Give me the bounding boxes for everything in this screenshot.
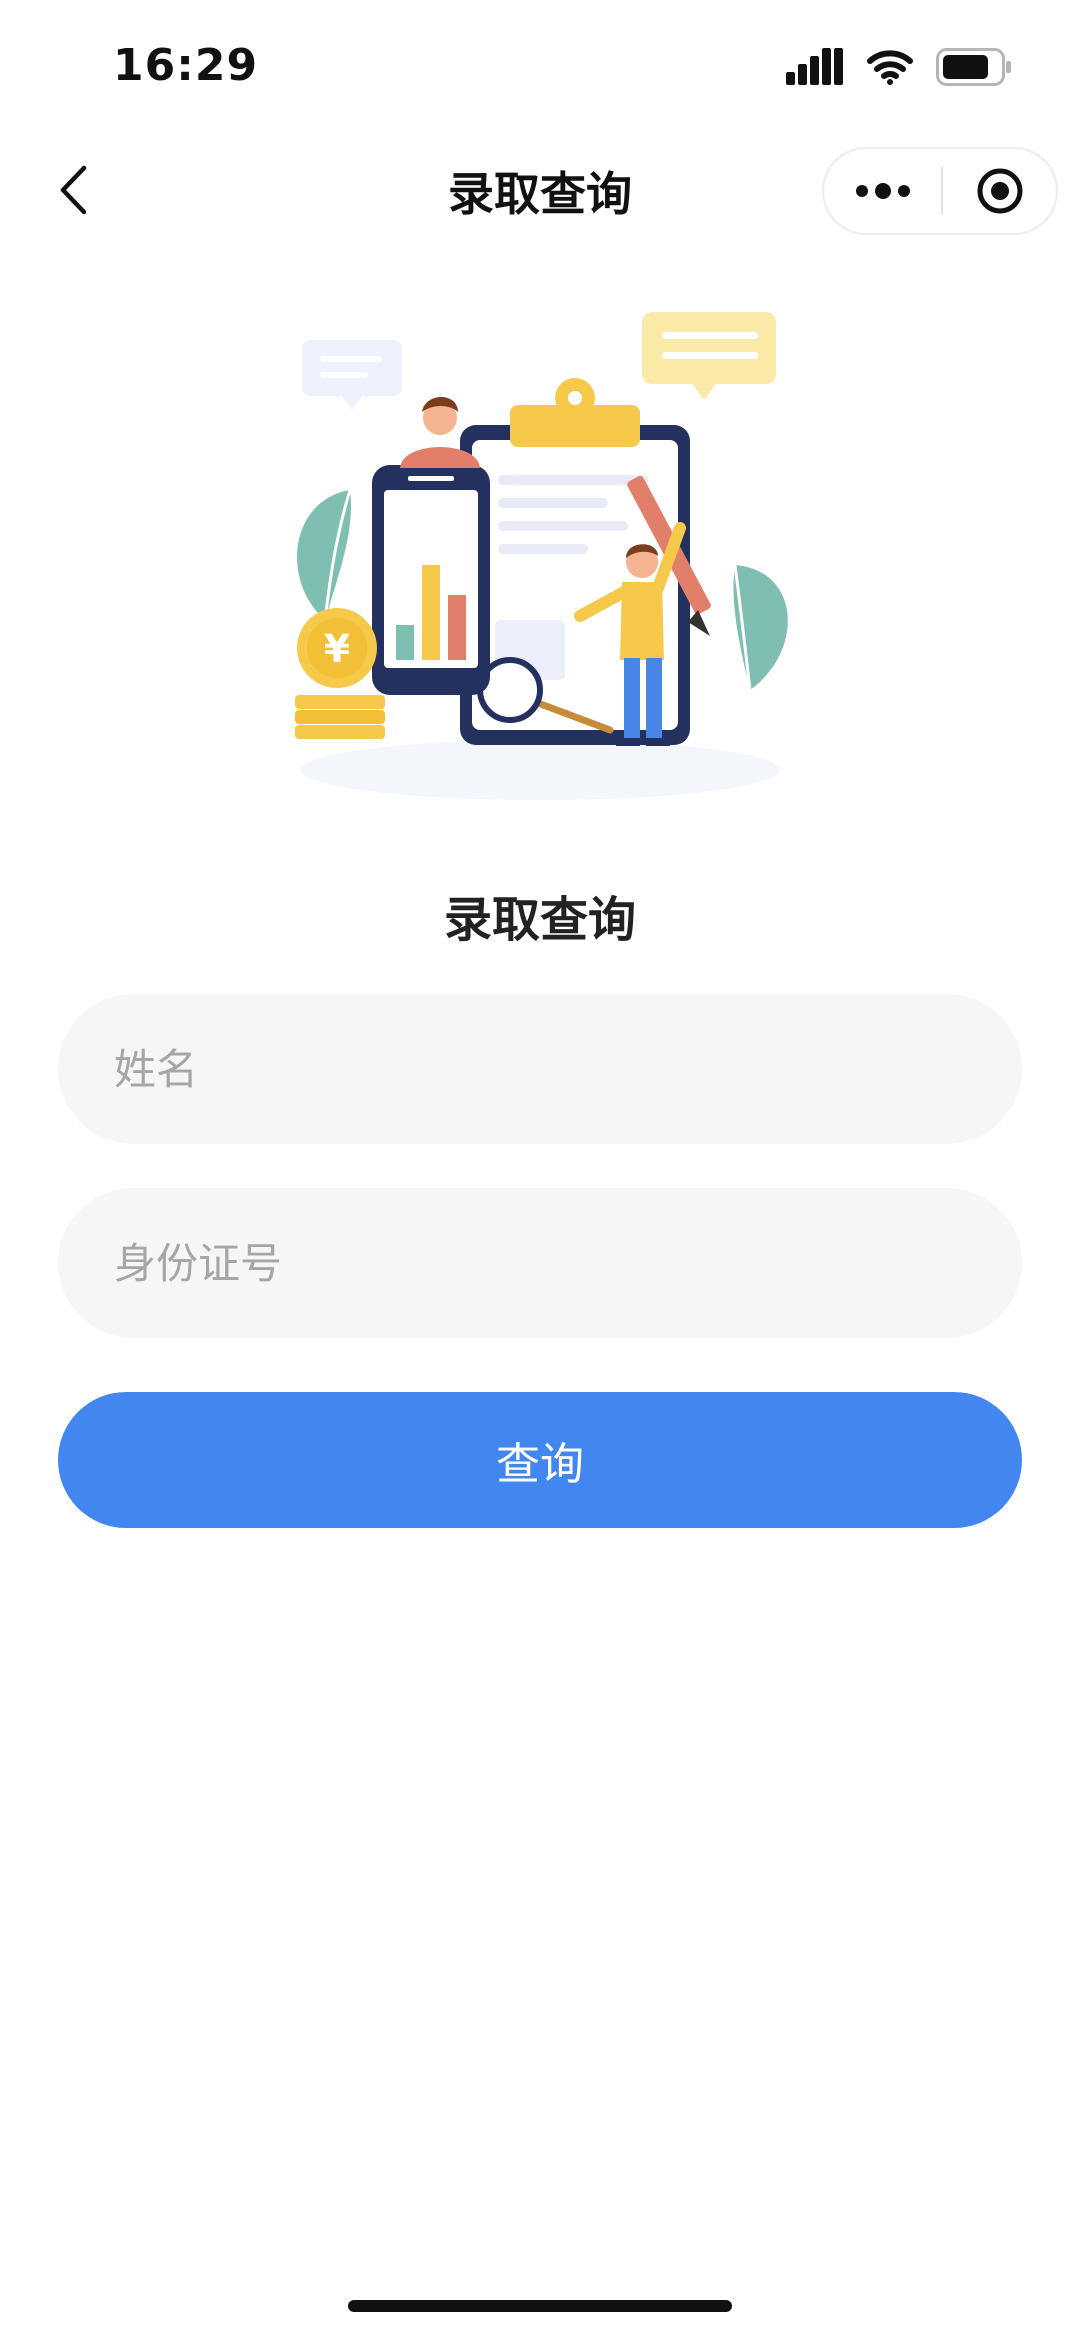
miniprogram-capsule xyxy=(822,147,1058,235)
phone xyxy=(372,465,490,695)
more-dots-icon xyxy=(855,183,910,199)
chat-bubble-left xyxy=(302,340,402,410)
wifi-icon xyxy=(867,50,913,85)
svg-text:¥: ¥ xyxy=(324,627,350,671)
coin-stack: ¥ xyxy=(295,608,385,739)
leaf-left xyxy=(297,489,352,621)
name-input[interactable] xyxy=(58,994,1022,1144)
query-button[interactable]: 查询 xyxy=(58,1392,1022,1528)
status-icons xyxy=(786,48,1012,86)
home-indicator xyxy=(348,2300,732,2312)
more-button[interactable] xyxy=(824,149,941,233)
status-time: 16:29 xyxy=(113,40,259,91)
cellular-signal-icon xyxy=(786,48,843,85)
form-title: 录取查询 xyxy=(443,892,636,948)
target-circle-icon xyxy=(977,168,1022,214)
admission-query-page: 16:29 录取查询 ¥ 录取查询 姓名 身份证号 查询 xyxy=(0,0,1080,2337)
close-miniprogram-button[interactable] xyxy=(943,149,1056,233)
query-illustration: ¥ xyxy=(295,312,788,800)
battery-icon xyxy=(936,48,1011,86)
chat-bubble-right xyxy=(642,312,776,400)
id-number-input[interactable] xyxy=(58,1188,1022,1338)
leaf-right xyxy=(733,564,788,691)
